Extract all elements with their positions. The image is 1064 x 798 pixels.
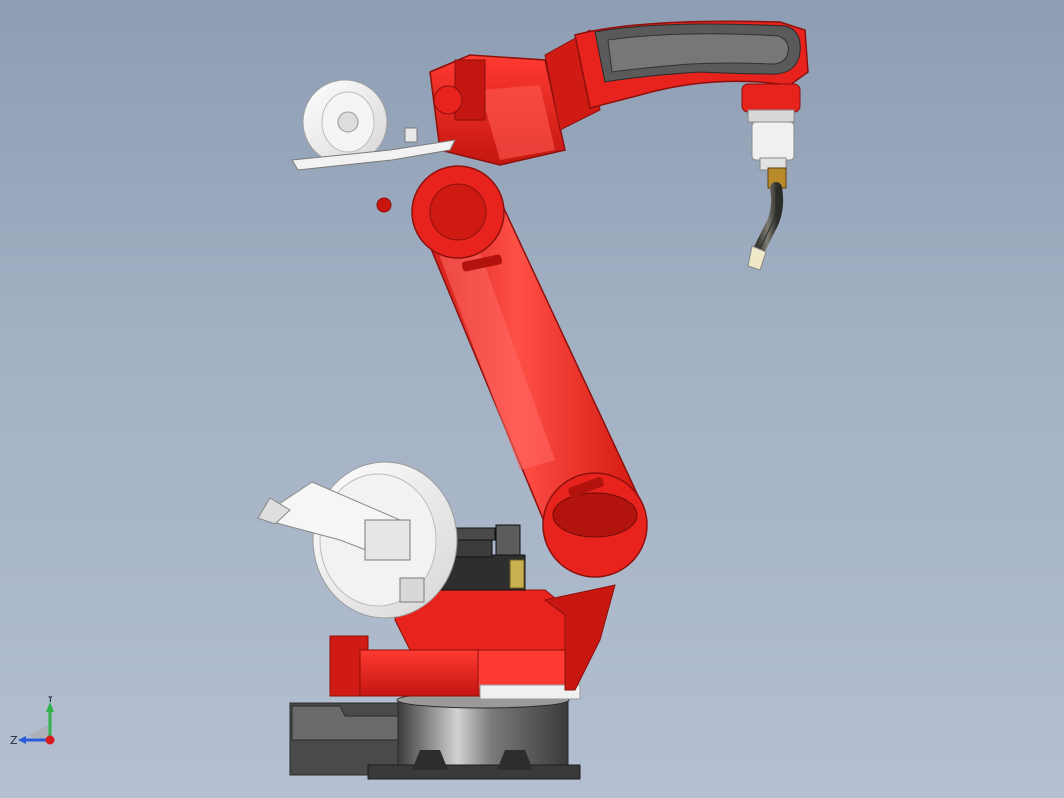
robot-arm-model[interactable]: [0, 0, 1064, 798]
cad-viewport[interactable]: Y Z: [0, 0, 1064, 798]
orientation-triad: Y Z: [10, 696, 55, 747]
x-axis-dot: [45, 735, 55, 745]
wire-spool-upper[interactable]: [291, 79, 456, 171]
z-axis-label: Z: [10, 734, 18, 747]
wire-spool-lower[interactable]: [256, 461, 458, 619]
base-pedestal[interactable]: [289, 691, 581, 780]
wrist-joint[interactable]: [741, 83, 801, 171]
y-axis-label: Y: [46, 696, 54, 705]
welding-torch[interactable]: [747, 167, 787, 271]
z-axis-arrowhead: [18, 736, 26, 744]
upper-arm-housing[interactable]: [429, 29, 601, 166]
